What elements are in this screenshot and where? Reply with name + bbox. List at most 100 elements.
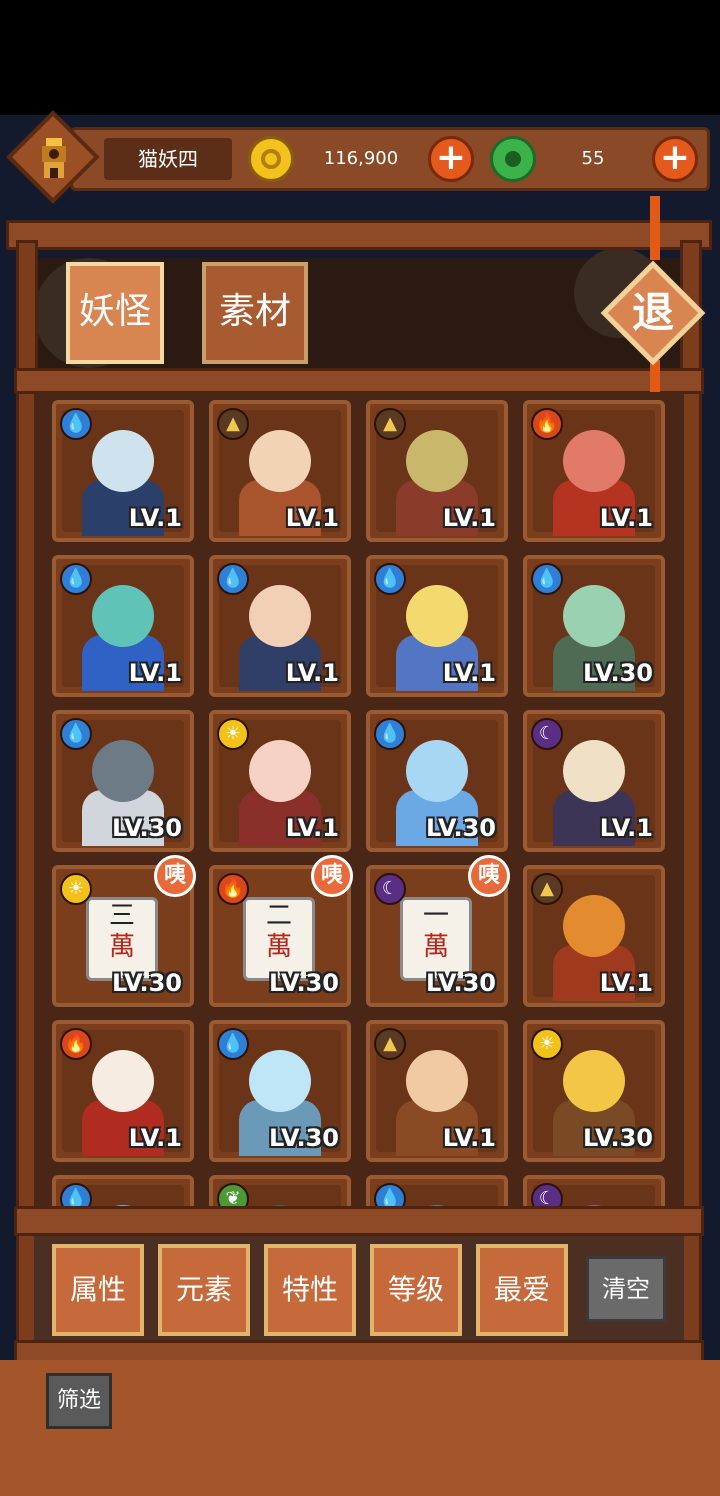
yokai-card[interactable]: ▲ LV.1 — [366, 1020, 508, 1162]
yokai-card[interactable]: 🔥 LV.1 — [52, 1020, 194, 1162]
exit-label: 退 — [631, 288, 674, 337]
yokai-grid: 💧 LV.1 ▲ LV.1 ▲ LV.1 🔥 LV.1 💧 LV.1 💧 LV.1 💧 LV.1 💧 LV.3… — [34, 392, 684, 1210]
water-element-icon: 💧 — [217, 1028, 249, 1060]
portrait-head — [563, 585, 625, 647]
portrait-head — [249, 585, 311, 647]
earth-element-icon: ▲ — [217, 408, 249, 440]
level-label: LV.30 — [583, 1124, 653, 1152]
tile-number: 三 — [108, 901, 135, 931]
water-element-icon: 💧 — [60, 718, 92, 750]
level-label: LV.30 — [583, 659, 653, 687]
portrait-head — [406, 430, 468, 492]
portrait-head — [92, 1050, 154, 1112]
tile-character: 萬 — [422, 932, 449, 962]
portrait-head — [249, 430, 311, 492]
tower-icon — [42, 138, 66, 178]
tile-number: 二 — [265, 901, 292, 931]
level-label: LV.1 — [599, 814, 653, 842]
filter-element-button[interactable]: 元素 — [158, 1244, 250, 1336]
water-element-icon: 💧 — [60, 563, 92, 595]
level-label: LV.1 — [442, 659, 496, 687]
level-label: LV.30 — [112, 969, 182, 997]
level-label: LV.30 — [269, 969, 339, 997]
yokai-card[interactable]: ▲ LV.1 — [366, 400, 508, 542]
yokai-card[interactable]: 💧 LV.30 — [366, 710, 508, 852]
filter-level-button[interactable]: 等级 — [370, 1244, 462, 1336]
level-label: LV.1 — [285, 504, 339, 532]
frame-mid-beam — [14, 368, 704, 394]
yokai-card[interactable]: ☾ LV.1 — [523, 710, 665, 852]
frame-top-beam — [6, 220, 712, 250]
yokai-card[interactable]: 💧 LV.30 — [209, 1020, 351, 1162]
portrait-head — [406, 740, 468, 802]
add-coins-button[interactable]: + — [428, 136, 474, 182]
water-element-icon: 💧 — [217, 563, 249, 595]
level-label: LV.1 — [128, 1124, 182, 1152]
filter-trait-label: 特性 — [281, 1273, 338, 1306]
yokai-card[interactable]: ☾ — [523, 1175, 665, 1210]
level-label: LV.1 — [128, 504, 182, 532]
water-element-icon: 💧 — [60, 408, 92, 440]
level-label: LV.1 — [285, 814, 339, 842]
exit-rope — [650, 196, 660, 260]
level-label: LV.1 — [599, 969, 653, 997]
filter-favorite-button[interactable]: 最爱 — [476, 1244, 568, 1336]
portrait-head — [249, 740, 311, 802]
yokai-card[interactable]: 💧 LV.30 — [52, 710, 194, 852]
player-name: 猫妖四 — [104, 138, 232, 180]
clear-filter-button[interactable]: 清空 — [586, 1256, 666, 1322]
yokai-card[interactable]: ▲ LV.1 — [209, 400, 351, 542]
yokai-card[interactable]: 💧 LV.1 — [52, 400, 194, 542]
add-jade-button[interactable]: + — [652, 136, 698, 182]
tile-number: 一 — [422, 901, 449, 931]
filter-favorite-label: 最爱 — [493, 1273, 550, 1306]
fire-element-icon: 🔥 — [531, 408, 563, 440]
yokai-card[interactable]: 🔥 LV.1 — [523, 400, 665, 542]
earth-element-icon: ▲ — [374, 408, 406, 440]
level-label: LV.30 — [426, 814, 496, 842]
new-badge: 咦 — [154, 855, 196, 897]
yokai-card[interactable]: 💧 LV.1 — [52, 555, 194, 697]
yokai-card[interactable]: ❦ — [209, 1175, 351, 1210]
tab-materials-label: 素材 — [218, 291, 291, 332]
yokai-card[interactable]: 💧 LV.30 — [523, 555, 665, 697]
portrait-head — [92, 740, 154, 802]
portrait-head — [406, 1050, 468, 1112]
yokai-card[interactable]: 💧 — [52, 1175, 194, 1210]
fire-element-icon: 🔥 — [60, 1028, 92, 1060]
clear-filter-label: 清空 — [602, 1275, 650, 1303]
fire-element-icon: 🔥 — [217, 873, 249, 905]
yokai-card[interactable]: ☀ LV.30 — [523, 1020, 665, 1162]
portrait-head — [92, 430, 154, 492]
gold-coin-icon — [248, 136, 294, 182]
screen-button[interactable]: 筛选 — [46, 1373, 112, 1429]
screen-button-label: 筛选 — [56, 1388, 101, 1413]
jade-amount: 55 — [581, 148, 605, 169]
player-avatar[interactable] — [6, 110, 100, 204]
water-element-icon: 💧 — [374, 718, 406, 750]
earth-element-icon: ▲ — [531, 873, 563, 905]
filter-trait-button[interactable]: 特性 — [264, 1244, 356, 1336]
earth-element-icon: ▲ — [374, 1028, 406, 1060]
light-element-icon: ☀ — [217, 718, 249, 750]
filter-attribute-label: 属性 — [69, 1273, 126, 1306]
yokai-card[interactable]: ☀ LV.1 — [209, 710, 351, 852]
level-label: LV.1 — [128, 659, 182, 687]
frame-lower-beam — [14, 1206, 704, 1236]
yokai-card[interactable]: 💧 LV.1 — [209, 555, 351, 697]
level-label: LV.1 — [599, 504, 653, 532]
portrait-head — [563, 740, 625, 802]
tile-character: 萬 — [108, 932, 135, 962]
exit-button[interactable]: 退 — [598, 258, 708, 368]
new-badge: 咦 — [468, 855, 510, 897]
tab-yokai[interactable]: 妖怪 — [66, 262, 164, 364]
level-label: LV.30 — [269, 1124, 339, 1152]
filter-attribute-button[interactable]: 属性 — [52, 1244, 144, 1336]
yokai-card[interactable]: ▲ LV.1 — [523, 865, 665, 1007]
portrait-head — [249, 1050, 311, 1112]
yokai-card[interactable]: 💧 — [366, 1175, 508, 1210]
yokai-card[interactable]: 💧 LV.1 — [366, 555, 508, 697]
tab-materials[interactable]: 素材 — [202, 262, 308, 364]
portrait-head — [563, 1050, 625, 1112]
portrait-head — [92, 585, 154, 647]
